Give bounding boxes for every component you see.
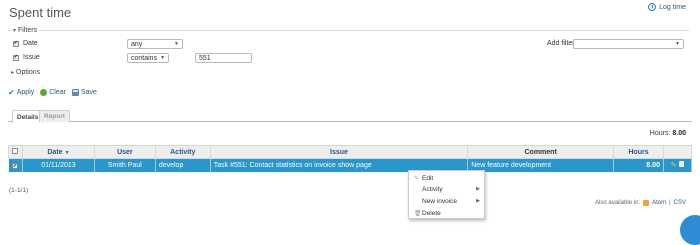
cell-activity: develop xyxy=(155,158,211,172)
export-links: Also available in: Atom | CSV xyxy=(595,200,686,206)
chevron-down-icon: ▼ xyxy=(675,41,680,47)
column-header-hours[interactable]: Hours xyxy=(613,145,664,159)
tabs-bar: Details Report xyxy=(8,110,692,123)
filter-date-label: Date xyxy=(23,40,38,47)
save-button[interactable]: Save xyxy=(71,89,97,96)
filter-date-checkbox[interactable]: ✔ xyxy=(13,40,19,47)
log-time-label[interactable]: Log time xyxy=(659,4,686,11)
feed-icon xyxy=(643,200,650,206)
sort-desc-icon: ▼ xyxy=(64,149,70,156)
cell-row-actions: ✎ xyxy=(663,158,693,172)
add-filter-label: Add filter xyxy=(547,40,575,47)
filter-issue-checkbox[interactable]: ✔ xyxy=(13,54,19,61)
pagination: (1-1/1) xyxy=(9,187,29,194)
cell-hours: 8.00 xyxy=(613,158,664,172)
trash-icon[interactable] xyxy=(679,161,685,168)
time-entries-table: Date ▼ User Activity Issue Comment Hours … xyxy=(8,145,693,172)
filter-issue-value-input[interactable]: 551 xyxy=(195,53,252,63)
reload-icon xyxy=(40,89,48,96)
column-header-actions xyxy=(662,145,693,159)
log-time-link[interactable]: Log time xyxy=(648,3,686,11)
filters-panel: ▾ Filters ✔ Date any ▼ ✔ Issue contains ▼… xyxy=(8,27,689,69)
row-checkbox-cell: ✔ xyxy=(8,158,23,172)
total-hours-value: 8.00 xyxy=(672,130,686,137)
page-title: Spent time xyxy=(9,5,72,20)
filter-issue-operator-select[interactable]: contains ▼ xyxy=(127,53,169,63)
expanded-triangle-icon: ▾ xyxy=(13,28,17,34)
csv-link[interactable]: CSV xyxy=(674,200,686,206)
clear-button[interactable]: Clear xyxy=(40,89,66,96)
save-icon xyxy=(71,89,79,96)
submenu-arrow-icon: ▶ xyxy=(476,198,480,204)
column-header-issue[interactable]: Issue xyxy=(209,145,469,159)
context-menu-activity[interactable]: Activity ▶ xyxy=(411,184,482,194)
submenu-arrow-icon: ▶ xyxy=(476,186,480,192)
options-legend[interactable]: ▸ Options xyxy=(11,69,40,76)
chevron-down-icon: ▼ xyxy=(174,41,179,47)
row-checkbox[interactable]: ✔ xyxy=(12,163,19,169)
column-header-date[interactable]: Date ▼ xyxy=(21,145,95,159)
column-header-user[interactable]: User xyxy=(93,145,156,159)
cell-user[interactable]: Smith Paul xyxy=(94,158,156,172)
context-menu-new-invoice[interactable]: New invoice ▶ xyxy=(411,196,482,206)
filters-legend[interactable]: ▾ Filters xyxy=(11,27,40,34)
table-row[interactable]: ✔ 01/11/2013 Smith Paul develop Task #55… xyxy=(8,158,693,172)
context-menu: ✎ Edit Activity ▶ New invoice ▶ 🗑 Delete xyxy=(408,170,485,219)
query-actions: ✔ Apply Clear Save xyxy=(8,88,97,97)
add-filter-select[interactable]: ▼ xyxy=(573,39,684,49)
pencil-icon[interactable]: ✎ xyxy=(671,162,677,169)
floating-action-button[interactable] xyxy=(680,215,700,245)
pencil-icon: ✎ xyxy=(414,175,420,182)
cell-date: 01/11/2013 xyxy=(22,158,95,172)
filter-issue-label: Issue xyxy=(23,54,40,61)
total-hours-label: Hours: xyxy=(649,130,671,137)
filter-date-operator-select[interactable]: any ▼ xyxy=(127,39,183,49)
apply-button[interactable]: ✔ Apply xyxy=(8,88,34,97)
table-header-row: Date ▼ User Activity Issue Comment Hours xyxy=(8,145,693,159)
column-header-comment: Comment xyxy=(467,145,615,159)
trash-icon: 🗑 xyxy=(414,210,422,217)
export-separator: | xyxy=(669,200,671,206)
tab-report[interactable]: Report xyxy=(39,110,70,122)
filter-date-row: ✔ Date xyxy=(13,40,38,47)
context-menu-delete[interactable]: 🗑 Delete xyxy=(411,208,482,218)
export-label: Also available in: xyxy=(595,200,641,206)
select-all-checkbox[interactable] xyxy=(12,148,19,154)
chevron-down-icon: ▼ xyxy=(160,55,166,61)
context-menu-edit[interactable]: ✎ Edit xyxy=(411,173,482,183)
select-all-cell xyxy=(8,145,23,159)
filter-issue-row: ✔ Issue xyxy=(13,54,40,61)
atom-link[interactable]: Atom xyxy=(652,200,666,206)
clock-icon xyxy=(648,3,657,11)
column-header-activity[interactable]: Activity xyxy=(154,145,211,159)
cell-comment: New feature development xyxy=(467,158,615,172)
total-hours: Hours: 8.00 xyxy=(650,130,686,137)
collapsed-triangle-icon: ▸ xyxy=(11,70,15,76)
checkmark-icon: ✔ xyxy=(8,88,15,97)
